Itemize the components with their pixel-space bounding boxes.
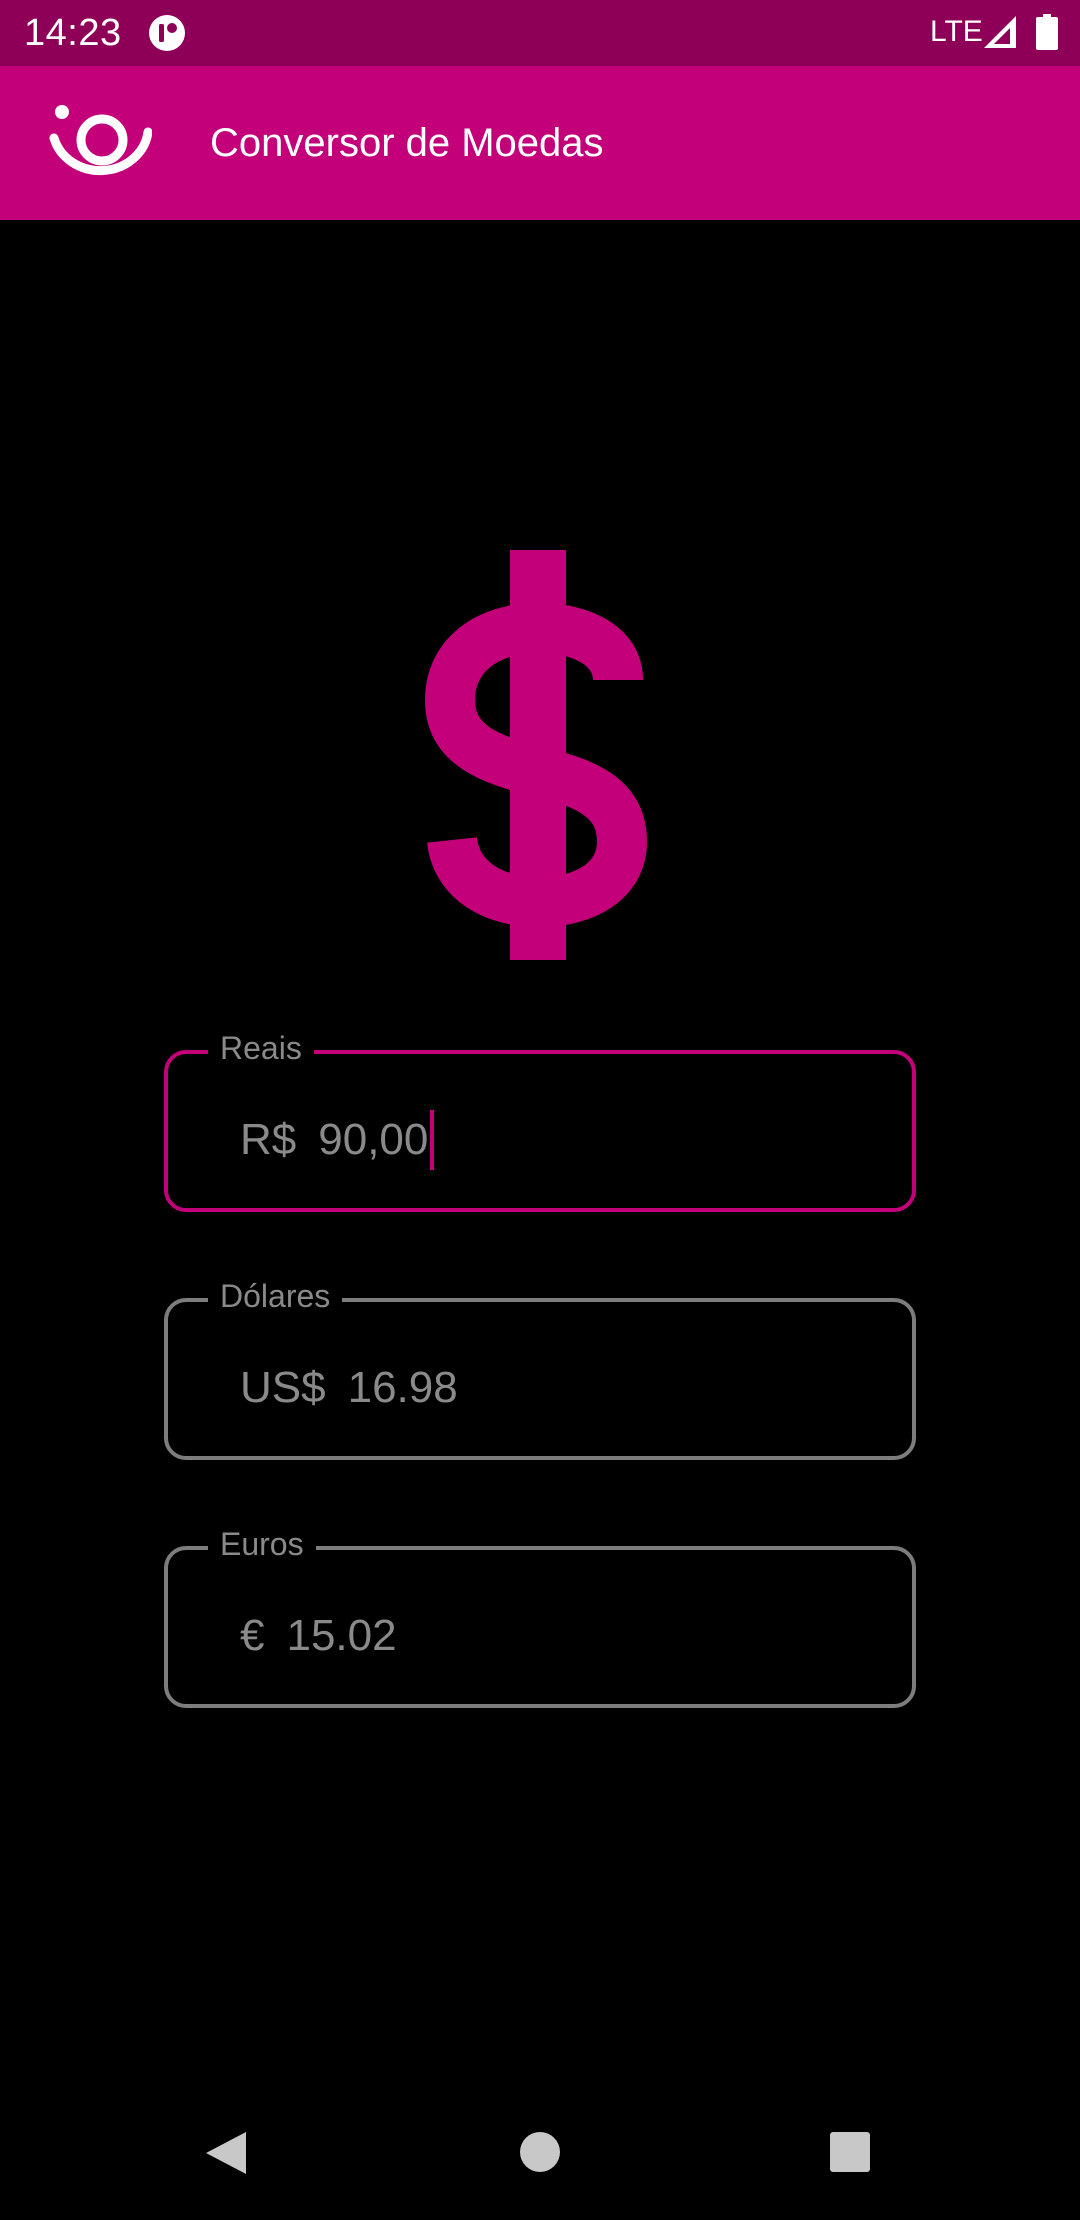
euros-prefix: € — [240, 1611, 265, 1660]
app-title: Conversor de Moedas — [210, 121, 604, 165]
home-circle-icon[interactable] — [519, 2131, 561, 2173]
reais-input[interactable]: R$ 90,00 — [240, 1110, 435, 1170]
dolares-field[interactable]: Dólares US$ 16.98 — [164, 1276, 916, 1460]
navigation-bar — [0, 2080, 1080, 2220]
reais-prefix: R$ — [240, 1115, 297, 1164]
euros-input[interactable]: € 15.02 — [240, 1608, 397, 1664]
dolares-label: Dólares — [208, 1276, 343, 1316]
app-logo-icon — [49, 105, 152, 176]
reais-field[interactable]: Reais R$ 90,00 — [164, 1028, 916, 1212]
battery-icon — [1036, 14, 1058, 50]
euros-value: 15.02 — [286, 1611, 397, 1660]
dollar-sign-icon — [424, 550, 648, 960]
recents-square-icon[interactable] — [830, 2132, 870, 2172]
reais-value: 90,00 — [318, 1115, 429, 1164]
notification-app-icon — [149, 15, 185, 51]
cell-signal-icon — [984, 16, 1016, 48]
screen: 14:23 LTE Conversor de Moedas Reais R$ 9… — [0, 0, 1080, 2220]
euros-field[interactable]: Euros € 15.02 — [164, 1524, 916, 1708]
network-type: LTE — [930, 15, 983, 48]
dolares-prefix: US$ — [240, 1363, 326, 1412]
dolares-value: 16.98 — [347, 1363, 458, 1412]
app-bar: Conversor de Moedas — [0, 66, 1080, 220]
status-bar: 14:23 LTE — [0, 0, 1080, 66]
euros-label: Euros — [208, 1524, 316, 1564]
back-triangle-icon[interactable] — [204, 2130, 248, 2176]
text-cursor — [430, 1110, 435, 1170]
dolares-input[interactable]: US$ 16.98 — [240, 1360, 458, 1416]
reais-label: Reais — [208, 1028, 314, 1068]
status-time: 14:23 — [24, 12, 122, 54]
